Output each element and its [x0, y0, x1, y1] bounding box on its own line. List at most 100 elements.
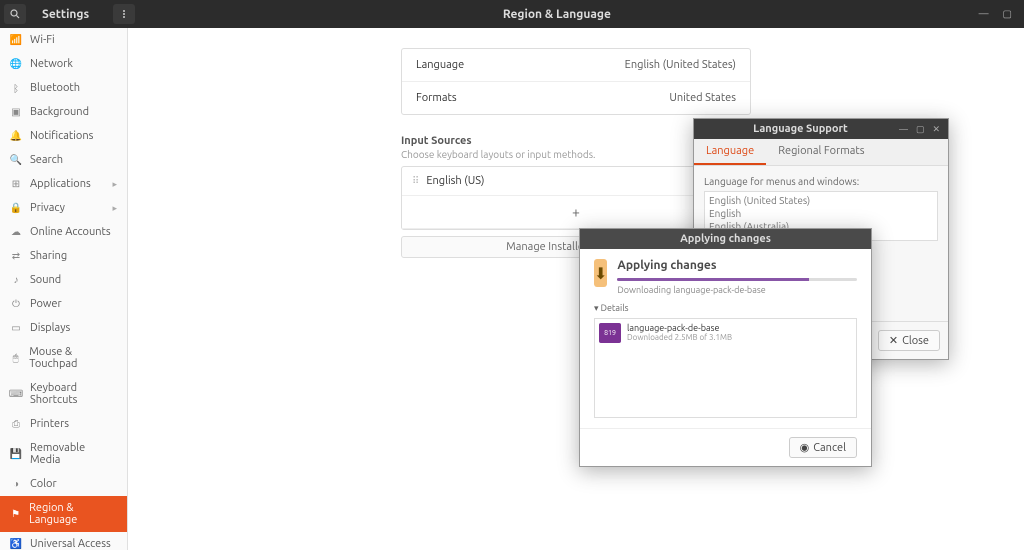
media-icon: 💾 — [10, 448, 22, 460]
language-label: Language — [416, 59, 464, 71]
sidebar-item-applications[interactable]: ⊞ Applications ▸ — [0, 172, 127, 196]
search-icon: 🔍 — [10, 154, 22, 166]
wifi-icon: 📶 — [10, 34, 22, 46]
sidebar-item-region-language[interactable]: ⚑ Region & Language — [0, 496, 127, 532]
color-icon: ◑ — [10, 478, 22, 490]
page-title: Region & Language — [135, 8, 978, 21]
hamburger-menu-button[interactable] — [113, 4, 135, 24]
close-x-icon: ✕ — [889, 334, 898, 347]
menus-windows-label: Language for menus and windows: — [704, 176, 938, 187]
sidebar-item-label: Sound — [30, 274, 61, 286]
sidebar-item-universal-access[interactable]: ♿ Universal Access — [0, 532, 127, 550]
sidebar-item-label: Region & Language — [29, 502, 117, 526]
bg-icon: ▣ — [10, 106, 22, 118]
sidebar-item-background[interactable]: ▣ Background — [0, 100, 127, 124]
formats-label: Formats — [416, 92, 457, 104]
applying-heading: Applying changes — [617, 259, 857, 272]
sound-icon: ♪ — [10, 274, 22, 286]
app-title: Settings — [42, 8, 89, 21]
dialog-titlebar[interactable]: Applying changes — [580, 229, 871, 249]
maximize-icon[interactable]: ▢ — [916, 124, 925, 135]
tabs: Language Regional Formats — [694, 139, 948, 166]
cloud-icon: ☁ — [10, 226, 22, 238]
sidebar-item-network[interactable]: 🌐 Network — [0, 52, 127, 76]
search-button[interactable] — [4, 4, 26, 24]
sidebar-item-label: Privacy — [30, 202, 65, 214]
tab-language[interactable]: Language — [694, 139, 766, 165]
sidebar-item-removable-media[interactable]: 💾 Removable Media — [0, 436, 127, 472]
sidebar-item-keyboard-shortcuts[interactable]: ⌨Keyboard Shortcuts — [0, 376, 127, 412]
formats-value: United States — [669, 92, 736, 104]
share-icon: ⇄ — [10, 250, 22, 262]
sidebar-item-bluetooth[interactable]: ᛒ Bluetooth — [0, 76, 127, 100]
sidebar-item-power[interactable]: ⏻ Power — [0, 292, 127, 316]
region-icon: ⚑ — [10, 508, 21, 520]
sidebar-item-label: Color — [30, 478, 57, 490]
details-toggle[interactable]: ▾ Details — [594, 303, 857, 314]
downloading-text: Downloading language-pack-de-base — [617, 285, 857, 295]
sidebar-item-label: Power — [30, 298, 62, 310]
access-icon: ♿ — [10, 538, 22, 550]
sidebar-item-online-accounts[interactable]: ☁ Online Accounts — [0, 220, 127, 244]
close-button[interactable]: ✕ Close — [878, 330, 940, 351]
maximize-button[interactable]: ▢ — [1003, 8, 1012, 20]
sidebar-item-label: Universal Access — [30, 538, 111, 550]
sidebar-item-notifications[interactable]: 🔔 Notifications — [0, 124, 127, 148]
package-status: Downloaded 2.5MB of 3.1MB — [627, 333, 732, 342]
language-formats-card: Language English (United States) Formats… — [401, 48, 751, 115]
sidebar-item-label: Sharing — [30, 250, 67, 262]
chevron-right-icon: ▸ — [112, 203, 117, 214]
sidebar-item-displays[interactable]: ▭Displays — [0, 316, 127, 340]
sidebar-item-sharing[interactable]: ⇄ Sharing — [0, 244, 127, 268]
applying-changes-dialog: Applying changes ⬇ Applying changes Down… — [579, 228, 872, 467]
sidebar-item-sound[interactable]: ♪ Sound — [0, 268, 127, 292]
sidebar-item-label: Bluetooth — [30, 82, 80, 94]
dialog-titlebar[interactable]: Language Support — ▢ ✕ — [694, 119, 948, 139]
globe-icon: 🌐 — [10, 58, 22, 70]
lock-icon: 🔒 — [10, 202, 22, 214]
dialog-title: Language Support — [702, 123, 899, 135]
bell-icon: 🔔 — [10, 130, 22, 142]
sidebar-item-printers[interactable]: ⎙ Printers — [0, 412, 127, 436]
printer-icon: ⎙ — [10, 418, 22, 430]
minimize-button[interactable]: — — [979, 8, 989, 20]
sidebar-item-label: Search — [30, 154, 63, 166]
mouse-icon: 🖱 — [10, 352, 21, 364]
sidebar-item-label: Background — [30, 106, 89, 118]
sidebar-item-label: Applications — [30, 178, 91, 190]
language-value: English (United States) — [625, 59, 736, 71]
language-row[interactable]: Language English (United States) — [402, 49, 750, 82]
close-icon[interactable]: ✕ — [932, 124, 940, 135]
drag-handle-icon[interactable]: ⠿ — [412, 175, 418, 187]
sidebar-item-color[interactable]: ◑ Color — [0, 472, 127, 496]
sidebar-item-label: Online Accounts — [30, 226, 111, 238]
language-list-item[interactable]: English (United States) — [709, 194, 933, 207]
power-icon: ⏻ — [10, 298, 22, 310]
sidebar-item-privacy[interactable]: 🔒 Privacy ▸ — [0, 196, 127, 220]
sidebar-item-label: Keyboard Shortcuts — [30, 382, 117, 406]
titlebar: Settings Region & Language — ▢ — [0, 0, 1024, 28]
apps-icon: ⊞ — [10, 178, 22, 190]
tab-regional-formats[interactable]: Regional Formats — [766, 139, 876, 165]
chevron-right-icon: ▸ — [112, 179, 117, 190]
sidebar-item-label: Network — [30, 58, 73, 70]
language-list-item[interactable]: English — [709, 207, 933, 220]
cancel-button[interactable]: ◉ Cancel — [789, 437, 857, 458]
sidebar-item-search[interactable]: 🔍 Search — [0, 148, 127, 172]
minimize-icon[interactable]: — — [899, 124, 908, 135]
formats-row[interactable]: Formats United States — [402, 82, 750, 114]
sidebar-item-label: Printers — [30, 418, 69, 430]
sidebar-item-mouse-touchpad[interactable]: 🖱 Mouse & Touchpad — [0, 340, 127, 376]
cancel-icon: ◉ — [800, 441, 810, 454]
sidebar-item-wi-fi[interactable]: 📶Wi-Fi — [0, 28, 127, 52]
details-box: 819 language-pack-de-base Downloaded 2.5… — [594, 318, 857, 418]
sidebar-item-label: Mouse & Touchpad — [29, 346, 117, 370]
bt-icon: ᛒ — [10, 83, 22, 94]
sidebar-item-label: Notifications — [30, 130, 93, 142]
dialog-title: Applying changes — [588, 233, 863, 245]
display-icon: ▭ — [10, 322, 22, 334]
input-source-name: English (US) — [426, 175, 484, 187]
download-icon: ⬇ — [594, 259, 607, 287]
sidebar-item-label: Removable Media — [30, 442, 117, 466]
package-icon: 819 — [599, 323, 621, 343]
